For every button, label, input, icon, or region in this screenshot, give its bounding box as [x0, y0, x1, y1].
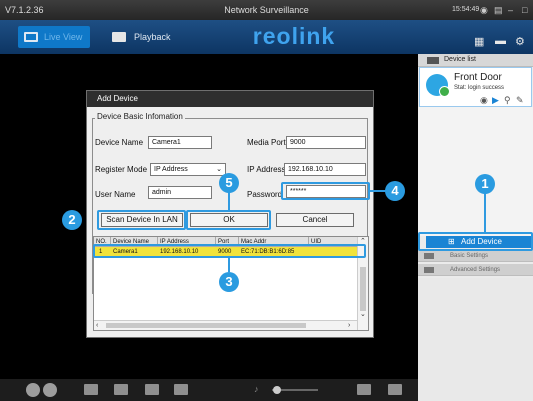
- tab-label: Live View: [44, 32, 83, 42]
- play-all-icon[interactable]: [26, 383, 40, 397]
- fullscreen-icon[interactable]: [388, 384, 402, 395]
- bottom-toolbar: ♪: [0, 379, 418, 401]
- reolink-logo: reolink: [252, 23, 336, 49]
- password-label: Password: [247, 190, 283, 199]
- user-name-label: User Name: [95, 190, 136, 199]
- record-all-icon[interactable]: [84, 384, 98, 395]
- tab-label: Playback: [134, 32, 171, 42]
- basic-settings-item[interactable]: Basic Settings: [418, 250, 533, 262]
- scroll-down-icon[interactable]: ⌄: [360, 311, 366, 319]
- clock: 15:54:49: [452, 6, 480, 13]
- volume-slider-thumb[interactable]: [273, 386, 281, 394]
- horizontal-scrollbar[interactable]: ‹ ›: [94, 320, 357, 330]
- layout-icon[interactable]: ▦: [474, 35, 484, 48]
- add-device-highlight: [418, 232, 533, 251]
- cancel-button[interactable]: Cancel: [276, 213, 354, 227]
- callout-line: [228, 258, 230, 272]
- maximize-icon[interactable]: □: [522, 5, 527, 15]
- device-card[interactable]: Front Door Stat: login success ◉ ▶ ⚲ ✎: [419, 67, 532, 107]
- stop-all-icon[interactable]: [43, 383, 57, 397]
- device-list-header: Device list: [418, 54, 533, 67]
- camera-icon: [426, 74, 450, 97]
- settings-icon[interactable]: ⚙: [515, 35, 525, 48]
- media-port-label: Media Port: [247, 138, 286, 147]
- record-icon[interactable]: ◉: [480, 95, 488, 105]
- snapshot-icon[interactable]: [145, 384, 159, 395]
- user-name-field[interactable]: admin: [148, 186, 212, 199]
- advanced-settings-icon: [424, 267, 434, 273]
- volume-icon: ♪: [254, 384, 259, 394]
- basic-settings-icon: [424, 253, 434, 259]
- ip-address-label: IP Address: [247, 165, 286, 174]
- scroll-right-icon[interactable]: ›: [348, 322, 350, 330]
- callout-badge: 5: [219, 173, 239, 193]
- video-icon[interactable]: [174, 384, 188, 395]
- advanced-settings-label: Advanced Settings: [450, 267, 501, 273]
- table-row-highlight: [93, 244, 366, 258]
- callout-badge: 4: [385, 181, 405, 201]
- basic-settings-label: Basic Settings: [450, 253, 489, 259]
- device-name-label: Device Name: [95, 138, 144, 147]
- register-mode-label: Register Mode: [95, 165, 148, 174]
- title-bar: V7.1.2.36 Network Surveillance 15:54:49 …: [0, 0, 533, 20]
- device-status: Stat: login success: [454, 85, 505, 91]
- ip-address-field[interactable]: 192.168.10.10: [284, 163, 366, 176]
- password-highlight: [281, 182, 370, 200]
- register-mode-value: IP Address: [154, 166, 188, 173]
- device-name-field[interactable]: Camera1: [148, 136, 212, 149]
- edit-icon[interactable]: ✎: [516, 95, 524, 105]
- chevron-down-icon: ⌄: [216, 166, 222, 173]
- ok-button-highlight: [186, 210, 271, 230]
- register-mode-select[interactable]: IP Address ⌄: [150, 163, 226, 176]
- device-list-area: [418, 107, 533, 236]
- menu-icon[interactable]: ▬: [495, 35, 506, 47]
- advanced-settings-item[interactable]: Advanced Settings: [418, 264, 533, 276]
- live-view-icon: [24, 32, 38, 42]
- device-name: Front Door: [454, 72, 502, 83]
- monitor-icon[interactable]: ▤: [494, 5, 503, 15]
- play-icon[interactable]: ▶: [492, 95, 499, 105]
- dialog-title: Add Device: [87, 91, 373, 107]
- section-label: Device Basic Infomation: [95, 112, 185, 121]
- tab-live-view[interactable]: Live View: [18, 26, 91, 48]
- playback-icon: [112, 32, 126, 42]
- minimize-icon[interactable]: –: [508, 5, 513, 15]
- callout-badge: 1: [475, 174, 495, 194]
- screenshot-icon[interactable]: [114, 384, 128, 395]
- callout-line: [228, 192, 230, 210]
- network-icon: ◉: [480, 5, 488, 15]
- device-list-icon: [427, 57, 439, 64]
- sidebar-empty-area: [418, 278, 533, 401]
- scroll-left-icon[interactable]: ‹: [96, 322, 98, 330]
- media-port-field[interactable]: 9000: [286, 136, 366, 149]
- scrollbar-thumb[interactable]: [360, 267, 366, 311]
- search-icon[interactable]: ⚲: [504, 95, 511, 105]
- device-list-label: Device list: [444, 56, 476, 63]
- callout-line: [370, 190, 386, 192]
- layout-grid-icon[interactable]: [357, 384, 371, 395]
- callout-badge: 3: [219, 272, 239, 292]
- scrollbar-thumb[interactable]: [106, 323, 306, 328]
- scan-button-highlight: [97, 210, 186, 230]
- callout-badge: 2: [62, 210, 82, 230]
